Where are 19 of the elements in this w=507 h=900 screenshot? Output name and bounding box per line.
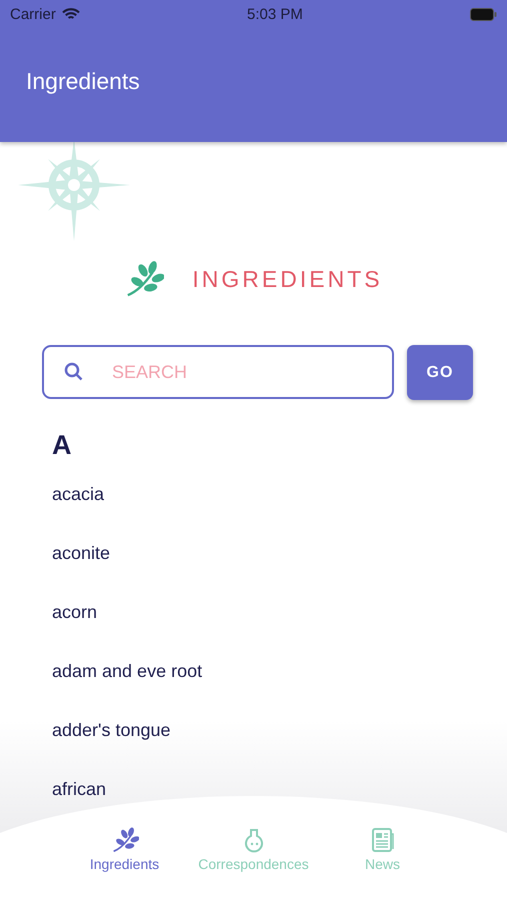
section-header: A [51, 429, 72, 461]
ingredient-item[interactable]: adder's tongue [52, 720, 171, 741]
ingredient-item[interactable]: aconite [52, 543, 110, 564]
compass-icon [18, 141, 130, 241]
ingredient-item[interactable]: adam and eve root [52, 661, 202, 682]
search-icon [64, 362, 84, 382]
battery-icon [470, 8, 497, 20]
nav-title: Ingredients [25, 67, 141, 95]
search-field[interactable]: SEARCH [42, 345, 394, 399]
ingredient-item[interactable]: african [52, 779, 106, 800]
tab[interactable]: Ingredients [60, 826, 189, 872]
status-time: 5:03 PM [246, 6, 303, 22]
go-button[interactable]: GO [407, 345, 473, 400]
carrier-name: Carrier [10, 6, 56, 22]
ingredient-item[interactable]: acorn [52, 602, 98, 623]
leaf-icon [110, 826, 138, 854]
ingredient-item[interactable]: acacia [52, 484, 104, 505]
page-heading: INGREDIENTS [192, 266, 383, 292]
wifi-icon [62, 8, 80, 20]
